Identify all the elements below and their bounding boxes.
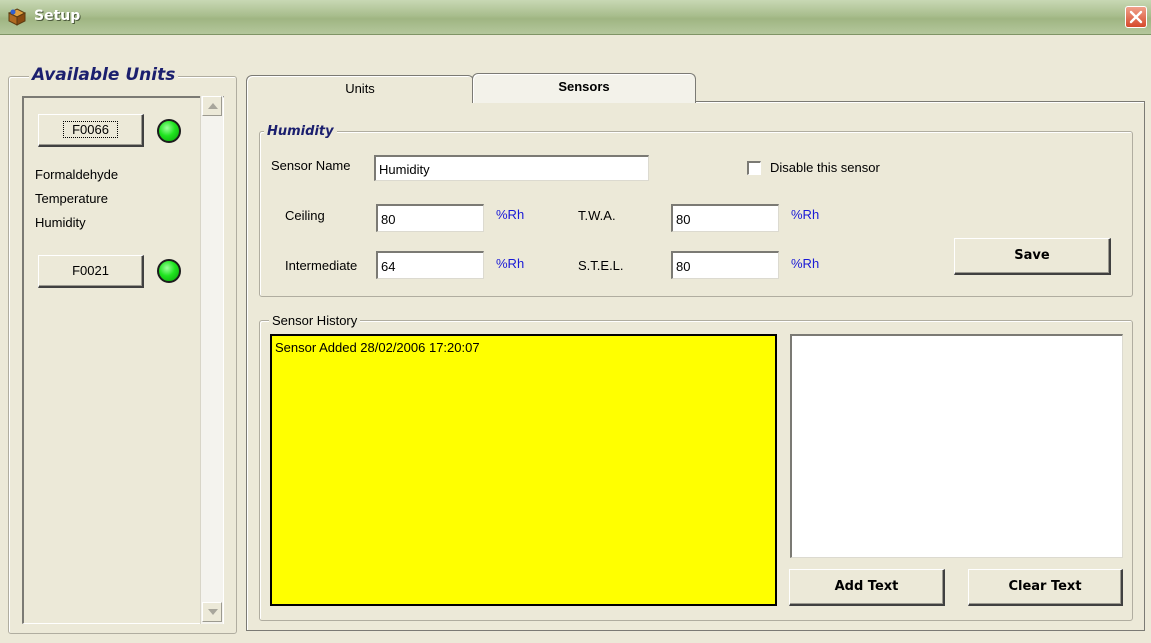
arrow-up-icon [208,103,218,109]
ceiling-label: Ceiling [285,208,325,223]
twa-unit: %Rh [791,207,820,222]
twa-label: T.W.A. [578,208,616,223]
close-icon [1129,10,1143,24]
stel-label: S.T.E.L. [578,258,624,273]
arrow-down-icon [208,609,218,615]
intermediate-input[interactable] [376,251,484,279]
window-title: Setup [34,8,81,24]
title-bar: Setup [0,0,1151,35]
unit-button-f0066[interactable]: F0066 [38,114,144,147]
unit-list-scrollbar[interactable] [200,96,223,624]
scroll-up-button[interactable] [202,96,222,116]
disable-sensor-checkbox[interactable] [747,161,761,175]
disable-sensor-label: Disable this sensor [770,160,880,175]
stel-unit: %Rh [791,256,820,271]
tab-units[interactable]: Units [246,75,474,103]
sensor-list-item[interactable]: Humidity [35,215,86,230]
available-units-title: Available Units [29,65,179,85]
sensor-group-title: Humidity [264,124,337,139]
sensor-name-label: Sensor Name [271,158,351,173]
sensor-history-title: Sensor History [269,313,361,328]
save-button[interactable]: Save [954,238,1111,275]
history-entry: Sensor Added 28/02/2006 17:20:07 [275,340,480,355]
sensor-list-item[interactable]: Temperature [35,191,108,206]
intermediate-unit: %Rh [496,256,525,271]
scroll-down-button[interactable] [202,602,222,622]
unit-status-led [157,259,181,283]
ceiling-unit: %Rh [496,207,525,222]
stel-input[interactable] [671,251,779,279]
sensor-history-log[interactable]: Sensor Added 28/02/2006 17:20:07 [270,334,777,606]
box-icon [8,8,26,26]
sensor-list-item[interactable]: Formaldehyde [35,167,118,182]
twa-input[interactable] [671,204,779,232]
ceiling-input[interactable] [376,204,484,232]
history-notes-input[interactable] [790,334,1123,558]
unit-button-f0021[interactable]: F0021 [38,255,144,288]
sensor-name-input[interactable] [374,155,649,181]
close-button[interactable] [1125,6,1147,28]
unit-status-led [157,119,181,143]
intermediate-label: Intermediate [285,258,358,273]
tab-sensors[interactable]: Sensors [472,73,696,103]
add-text-button[interactable]: Add Text [789,569,945,606]
clear-text-button[interactable]: Clear Text [968,569,1123,606]
